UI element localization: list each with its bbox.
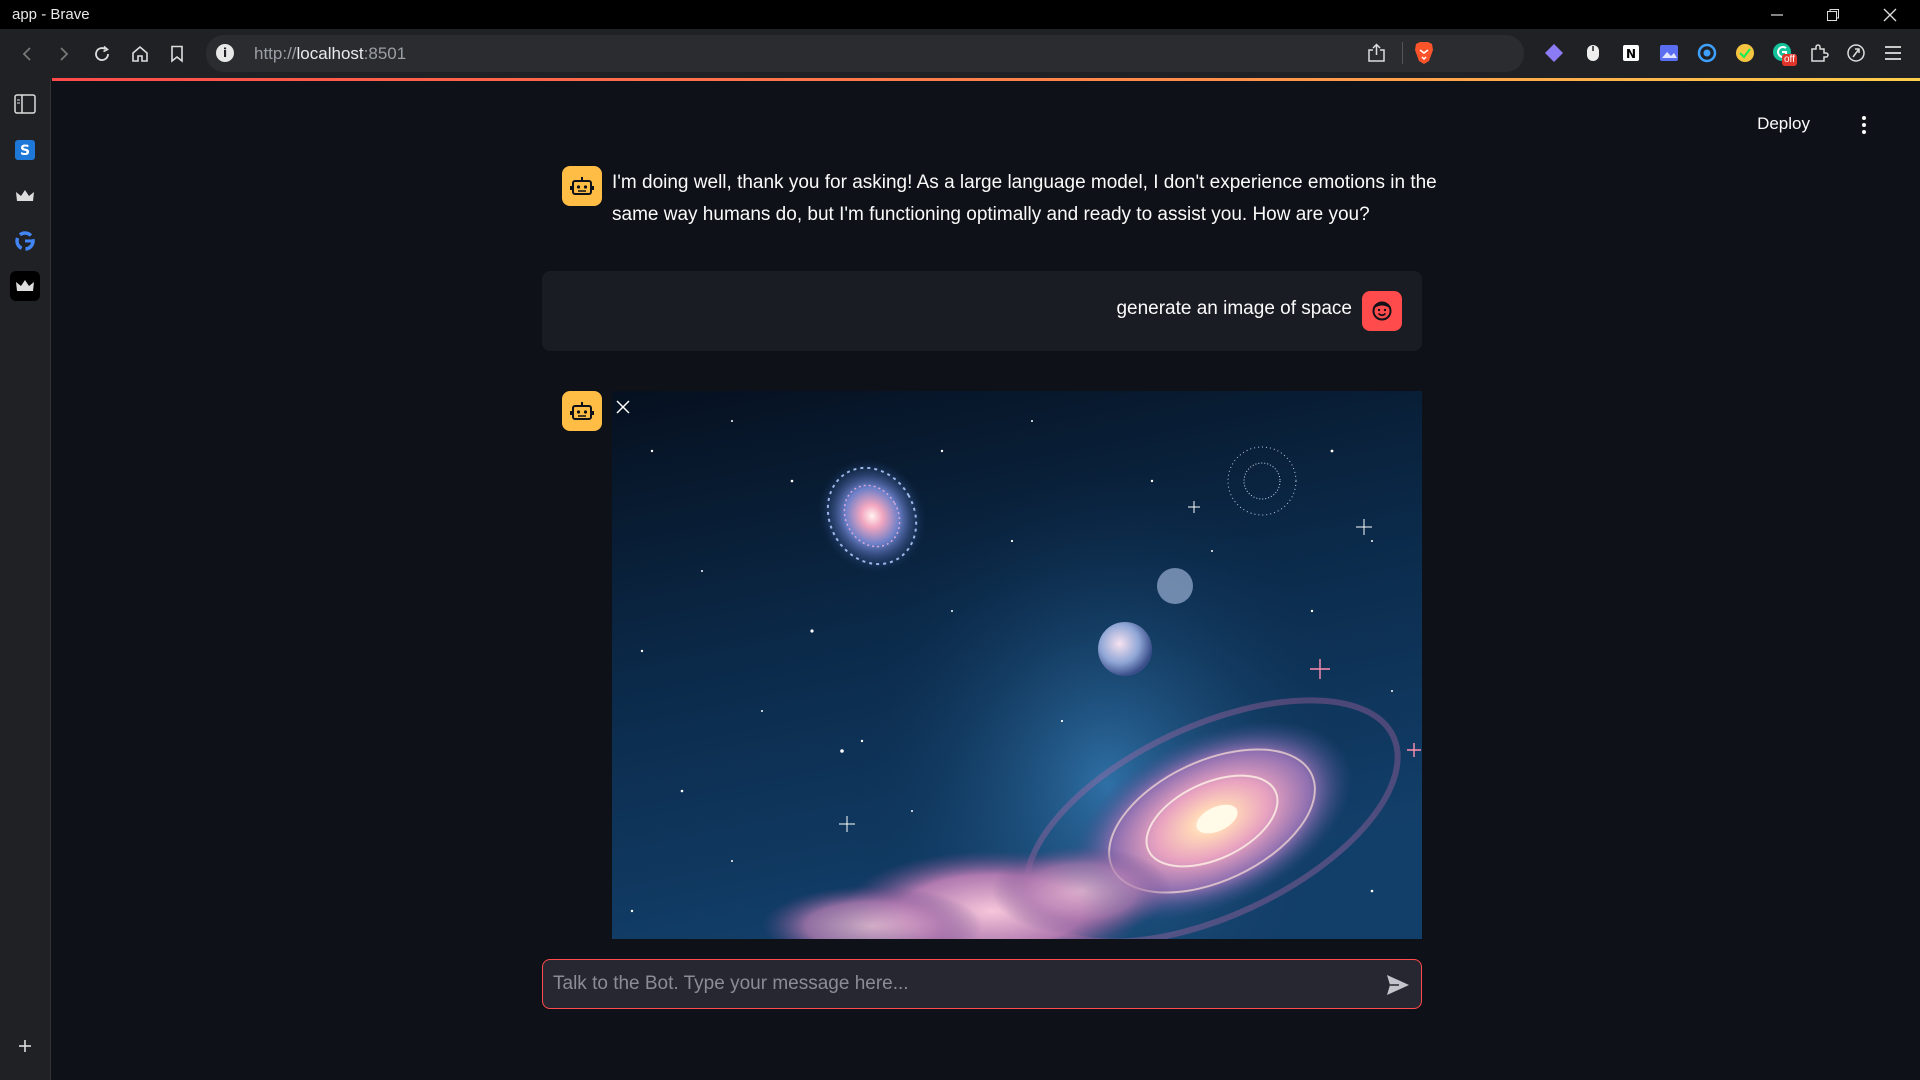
reload-icon [95,45,109,61]
main-menu-button[interactable] [1854,114,1874,136]
user-message-text: generate an image of space [1116,298,1352,319]
assistant-message-text: I'm doing well, thank you for asking! As… [612,172,1437,225]
extension-check-button[interactable] [1732,40,1758,66]
bookmark-button[interactable] [162,39,192,69]
browser-menu-button[interactable] [1880,40,1906,66]
target-icon [1697,43,1717,63]
kebab-dot [1862,123,1866,127]
window-titlebar: app - Brave [0,0,1920,29]
share-button[interactable] [1366,43,1388,68]
extension-mouse-button[interactable] [1580,40,1606,66]
sidebar-item-crown-active[interactable] [10,271,40,301]
brave-lion-icon [1415,42,1433,64]
kebab-dot [1862,130,1866,134]
diamond-icon [1545,44,1563,62]
send-button[interactable] [1385,972,1411,998]
extension-target-button[interactable] [1694,40,1720,66]
brave-wallet-button[interactable] [1843,40,1869,66]
restore-icon [1827,8,1839,21]
back-button[interactable] [12,39,42,69]
url-host: localhost [296,44,364,63]
brave-shields-button[interactable] [1413,41,1435,70]
close-icon [1883,8,1897,21]
forward-button[interactable] [49,39,79,69]
deploy-button[interactable]: Deploy [1757,114,1810,134]
share-icon [1368,43,1385,62]
assistant-avatar [562,166,602,206]
robot-icon [570,402,594,420]
sidebar-item-crown[interactable] [10,181,40,211]
mouse-icon [1587,45,1599,61]
url-text[interactable]: http://localhost:8501 [254,44,406,64]
arrow-left-icon [22,47,31,61]
extensions-button[interactable] [1806,40,1832,66]
kebab-dot [1862,116,1866,120]
crown-icon [16,190,34,201]
extension-off-badge: off [1782,54,1797,66]
bookmark-icon [171,45,183,63]
minimize-icon [1771,13,1783,16]
smiley-icon [1372,301,1392,321]
sidebar-panel-icon [14,94,36,114]
restore-button[interactable] [1805,0,1861,29]
address-bar[interactable]: i http://localhost:8501 [206,35,1524,72]
home-icon [132,45,148,62]
check-circle-icon [1736,44,1754,62]
assistant-avatar [562,391,602,431]
chat-message-input[interactable] [553,960,1353,1008]
svg-text:N: N [1626,47,1636,61]
sidebar-item-google[interactable] [10,226,40,256]
puzzle-icon [1811,44,1829,62]
google-icon [15,231,35,251]
chat-input-container [542,959,1422,1009]
extension-grammar-button[interactable]: off [1770,40,1797,66]
arrow-right-icon [60,47,69,61]
s-app-icon: S [15,140,35,160]
minimize-button[interactable] [1749,0,1805,29]
url-port: :8501 [363,44,407,63]
sidebar-item-s[interactable]: S [10,135,40,165]
browser-sidebar: S [0,79,51,1080]
space-galaxy-image[interactable] [612,391,1422,939]
extension-image-button[interactable] [1656,40,1682,66]
urlbar-divider [1402,42,1403,64]
crown-icon [16,280,34,291]
robot-icon [570,177,594,195]
url-scheme: http:// [254,44,297,63]
user-avatar [1362,291,1402,331]
svg-text:S: S [20,143,30,159]
sidebar-add-button[interactable] [10,1031,40,1061]
app-main: Deploy I'm doing well, thank you for ask… [52,81,1920,1080]
notion-icon: N [1623,45,1639,61]
site-info-icon[interactable]: i [216,44,234,62]
extension-diamond-button[interactable] [1541,40,1567,66]
image-extension-icon [1660,45,1678,61]
browser-toolbar: i http://localhost:8501 N off [0,29,1920,79]
home-button[interactable] [125,39,155,69]
hamburger-icon [1885,46,1901,60]
user-message: generate an image of space [542,271,1422,351]
plus-icon [19,1040,31,1052]
extension-notion-button[interactable]: N [1618,40,1644,66]
reload-button[interactable] [87,39,117,69]
space-galaxy-illustration [612,391,1422,939]
leo-icon [1847,44,1865,62]
close-window-button[interactable] [1862,0,1918,29]
window-title: app - Brave [12,6,90,23]
send-icon [1387,975,1409,995]
sidebar-toggle-button[interactable] [10,89,40,119]
